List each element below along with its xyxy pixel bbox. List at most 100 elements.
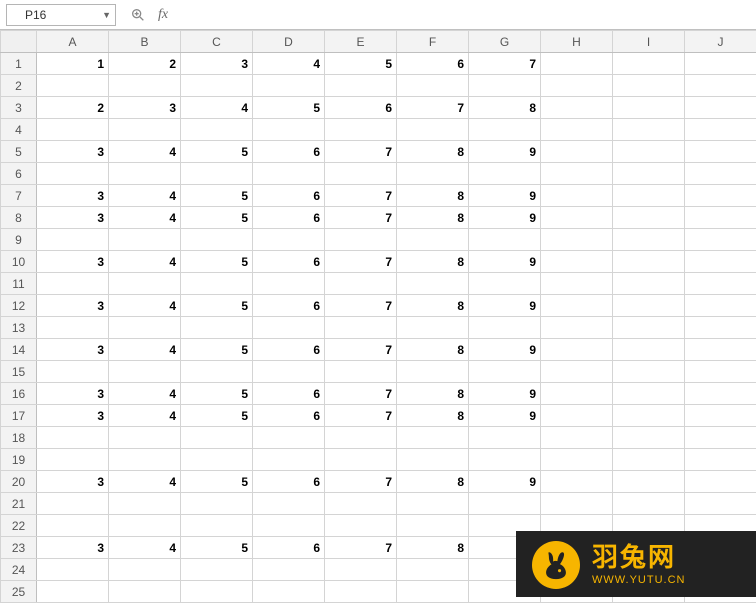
cell[interactable]: 5: [253, 97, 325, 119]
cell[interactable]: [685, 141, 756, 163]
cell[interactable]: 9: [469, 471, 541, 493]
cell[interactable]: [37, 361, 109, 383]
row-header[interactable]: 15: [1, 361, 37, 383]
cell[interactable]: [541, 449, 613, 471]
cell[interactable]: [109, 229, 181, 251]
cell[interactable]: [613, 119, 685, 141]
cell[interactable]: 3: [37, 537, 109, 559]
cell[interactable]: [325, 427, 397, 449]
row-header[interactable]: 8: [1, 207, 37, 229]
cell[interactable]: [397, 361, 469, 383]
cell[interactable]: [253, 493, 325, 515]
cell[interactable]: 6: [253, 141, 325, 163]
cell[interactable]: [685, 229, 756, 251]
cell[interactable]: 9: [469, 141, 541, 163]
cell[interactable]: [613, 471, 685, 493]
cell[interactable]: [253, 119, 325, 141]
cell[interactable]: [685, 53, 756, 75]
cell[interactable]: 4: [109, 251, 181, 273]
cell[interactable]: 3: [37, 383, 109, 405]
column-header[interactable]: C: [181, 31, 253, 53]
column-header[interactable]: E: [325, 31, 397, 53]
cell[interactable]: [109, 427, 181, 449]
cell[interactable]: [469, 273, 541, 295]
cell[interactable]: [469, 427, 541, 449]
cell[interactable]: [253, 427, 325, 449]
row-header[interactable]: 20: [1, 471, 37, 493]
cell[interactable]: [397, 427, 469, 449]
cell[interactable]: 8: [397, 383, 469, 405]
cell[interactable]: 5: [181, 383, 253, 405]
cell[interactable]: [541, 493, 613, 515]
cell[interactable]: 4: [181, 97, 253, 119]
cell[interactable]: 7: [469, 53, 541, 75]
cell[interactable]: [325, 581, 397, 603]
cell[interactable]: [253, 361, 325, 383]
cell[interactable]: [397, 229, 469, 251]
row-header[interactable]: 12: [1, 295, 37, 317]
column-header[interactable]: H: [541, 31, 613, 53]
cell[interactable]: 7: [325, 141, 397, 163]
cell[interactable]: [541, 163, 613, 185]
cell[interactable]: 5: [181, 471, 253, 493]
cell[interactable]: 7: [325, 295, 397, 317]
cell[interactable]: [109, 163, 181, 185]
row-header[interactable]: 22: [1, 515, 37, 537]
cell[interactable]: [37, 163, 109, 185]
cell[interactable]: [613, 185, 685, 207]
row-header[interactable]: 11: [1, 273, 37, 295]
cell[interactable]: [541, 53, 613, 75]
cell[interactable]: 9: [469, 383, 541, 405]
cell[interactable]: [37, 317, 109, 339]
row-header[interactable]: 4: [1, 119, 37, 141]
cell[interactable]: [469, 449, 541, 471]
cell[interactable]: 8: [469, 97, 541, 119]
cell[interactable]: [685, 75, 756, 97]
cell[interactable]: 5: [181, 207, 253, 229]
cell[interactable]: [109, 273, 181, 295]
cell[interactable]: 8: [397, 405, 469, 427]
cell[interactable]: [37, 75, 109, 97]
cell[interactable]: [469, 119, 541, 141]
cell[interactable]: [181, 559, 253, 581]
cell[interactable]: [109, 361, 181, 383]
cell[interactable]: [109, 493, 181, 515]
cell[interactable]: [685, 119, 756, 141]
cell[interactable]: 8: [397, 251, 469, 273]
cell[interactable]: 8: [397, 339, 469, 361]
cell[interactable]: [37, 229, 109, 251]
cell[interactable]: [253, 515, 325, 537]
cell[interactable]: [253, 163, 325, 185]
cell[interactable]: 7: [325, 405, 397, 427]
cell[interactable]: [325, 361, 397, 383]
cell[interactable]: [541, 251, 613, 273]
cell[interactable]: [541, 471, 613, 493]
name-box[interactable]: P16 ▼: [6, 4, 116, 26]
cell[interactable]: [541, 185, 613, 207]
cell[interactable]: [613, 405, 685, 427]
cell[interactable]: 3: [37, 471, 109, 493]
cell[interactable]: [181, 581, 253, 603]
cell[interactable]: [325, 119, 397, 141]
cell[interactable]: 4: [109, 405, 181, 427]
cell[interactable]: [325, 163, 397, 185]
row-header[interactable]: 1: [1, 53, 37, 75]
row-header[interactable]: 16: [1, 383, 37, 405]
cell[interactable]: 7: [397, 97, 469, 119]
column-header[interactable]: G: [469, 31, 541, 53]
row-header[interactable]: 19: [1, 449, 37, 471]
cell[interactable]: [181, 317, 253, 339]
row-header[interactable]: 10: [1, 251, 37, 273]
cell[interactable]: [181, 515, 253, 537]
cell[interactable]: [469, 229, 541, 251]
cell[interactable]: [613, 141, 685, 163]
row-header[interactable]: 25: [1, 581, 37, 603]
row-header[interactable]: 13: [1, 317, 37, 339]
cell[interactable]: [541, 97, 613, 119]
cell[interactable]: 7: [325, 185, 397, 207]
cell[interactable]: 7: [325, 537, 397, 559]
cell[interactable]: [397, 317, 469, 339]
cell[interactable]: [613, 251, 685, 273]
cell[interactable]: [541, 339, 613, 361]
column-header[interactable]: J: [685, 31, 756, 53]
